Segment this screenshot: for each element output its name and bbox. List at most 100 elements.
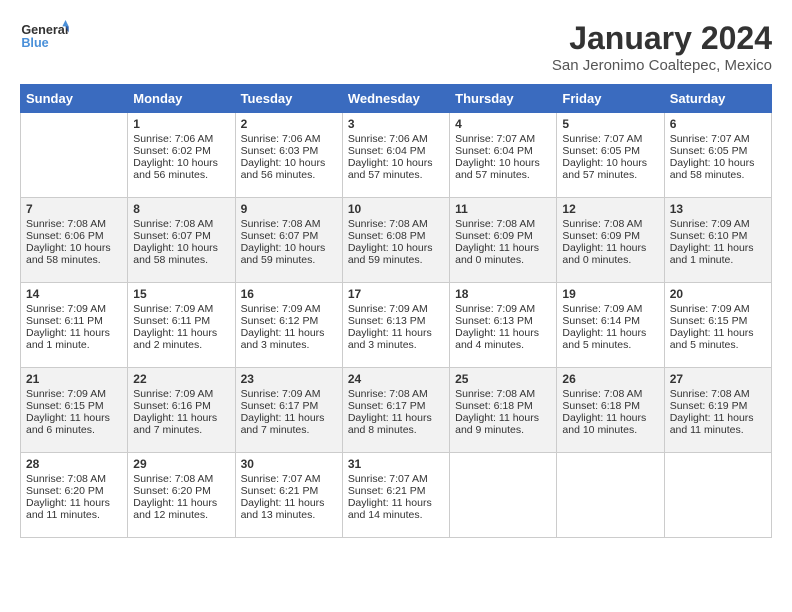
day-info-line: Sunset: 6:13 PM bbox=[348, 315, 444, 327]
calendar-cell: 26Sunrise: 7:08 AMSunset: 6:18 PMDayligh… bbox=[557, 368, 664, 453]
calendar-cell: 29Sunrise: 7:08 AMSunset: 6:20 PMDayligh… bbox=[128, 453, 235, 538]
day-info-line: Sunrise: 7:08 AM bbox=[241, 218, 337, 230]
day-info-line: and 58 minutes. bbox=[26, 254, 122, 266]
day-info-line: and 57 minutes. bbox=[562, 169, 658, 181]
day-info-line: Daylight: 11 hours bbox=[562, 412, 658, 424]
calendar-cell: 2Sunrise: 7:06 AMSunset: 6:03 PMDaylight… bbox=[235, 113, 342, 198]
day-info-line: Sunset: 6:09 PM bbox=[455, 230, 551, 242]
day-info-line: Sunset: 6:05 PM bbox=[670, 145, 766, 157]
calendar-cell: 19Sunrise: 7:09 AMSunset: 6:14 PMDayligh… bbox=[557, 283, 664, 368]
day-info-line: Daylight: 11 hours bbox=[133, 412, 229, 424]
calendar-header-saturday: Saturday bbox=[664, 85, 771, 113]
day-number: 22 bbox=[133, 372, 229, 386]
day-info-line: Sunset: 6:04 PM bbox=[348, 145, 444, 157]
calendar-header-row: SundayMondayTuesdayWednesdayThursdayFrid… bbox=[21, 85, 772, 113]
day-info-line: Daylight: 11 hours bbox=[670, 327, 766, 339]
day-number: 16 bbox=[241, 287, 337, 301]
day-info-line: and 58 minutes. bbox=[133, 254, 229, 266]
calendar-cell: 18Sunrise: 7:09 AMSunset: 6:13 PMDayligh… bbox=[450, 283, 557, 368]
day-info-line: and 57 minutes. bbox=[348, 169, 444, 181]
calendar-cell: 15Sunrise: 7:09 AMSunset: 6:11 PMDayligh… bbox=[128, 283, 235, 368]
day-info-line: Daylight: 10 hours bbox=[241, 157, 337, 169]
calendar-cell: 9Sunrise: 7:08 AMSunset: 6:07 PMDaylight… bbox=[235, 198, 342, 283]
day-info-line: Sunset: 6:14 PM bbox=[562, 315, 658, 327]
day-info-line: and 10 minutes. bbox=[562, 424, 658, 436]
day-info-line: Sunrise: 7:08 AM bbox=[348, 388, 444, 400]
day-info-line: Sunset: 6:07 PM bbox=[241, 230, 337, 242]
day-info-line: Daylight: 10 hours bbox=[26, 242, 122, 254]
day-info-line: Sunrise: 7:09 AM bbox=[26, 388, 122, 400]
day-info-line: Daylight: 11 hours bbox=[241, 412, 337, 424]
day-info-line: and 5 minutes. bbox=[562, 339, 658, 351]
calendar-cell: 23Sunrise: 7:09 AMSunset: 6:17 PMDayligh… bbox=[235, 368, 342, 453]
calendar-cell: 21Sunrise: 7:09 AMSunset: 6:15 PMDayligh… bbox=[21, 368, 128, 453]
day-info-line: Sunrise: 7:06 AM bbox=[241, 133, 337, 145]
day-info-line: Sunrise: 7:09 AM bbox=[241, 388, 337, 400]
calendar-week-5: 28Sunrise: 7:08 AMSunset: 6:20 PMDayligh… bbox=[21, 453, 772, 538]
day-info-line: Sunset: 6:11 PM bbox=[26, 315, 122, 327]
day-info-line: Daylight: 10 hours bbox=[562, 157, 658, 169]
day-number: 20 bbox=[670, 287, 766, 301]
calendar-cell: 11Sunrise: 7:08 AMSunset: 6:09 PMDayligh… bbox=[450, 198, 557, 283]
day-info-line: Daylight: 11 hours bbox=[26, 497, 122, 509]
calendar-header-monday: Monday bbox=[128, 85, 235, 113]
calendar-cell: 10Sunrise: 7:08 AMSunset: 6:08 PMDayligh… bbox=[342, 198, 449, 283]
calendar-cell bbox=[557, 453, 664, 538]
day-info-line: Daylight: 10 hours bbox=[670, 157, 766, 169]
day-info-line: and 9 minutes. bbox=[455, 424, 551, 436]
day-info-line: Sunrise: 7:08 AM bbox=[670, 388, 766, 400]
day-info-line: and 56 minutes. bbox=[133, 169, 229, 181]
day-info-line: and 6 minutes. bbox=[26, 424, 122, 436]
day-info-line: Sunset: 6:15 PM bbox=[26, 400, 122, 412]
day-info-line: Sunrise: 7:09 AM bbox=[133, 303, 229, 315]
day-info-line: Sunset: 6:21 PM bbox=[348, 485, 444, 497]
day-info-line: and 3 minutes. bbox=[348, 339, 444, 351]
day-info-line: and 58 minutes. bbox=[670, 169, 766, 181]
day-info-line: Sunrise: 7:06 AM bbox=[348, 133, 444, 145]
calendar-cell: 8Sunrise: 7:08 AMSunset: 6:07 PMDaylight… bbox=[128, 198, 235, 283]
day-number: 1 bbox=[133, 117, 229, 131]
day-info-line: Sunset: 6:05 PM bbox=[562, 145, 658, 157]
day-number: 6 bbox=[670, 117, 766, 131]
day-info-line: Daylight: 10 hours bbox=[133, 242, 229, 254]
day-info-line: Daylight: 11 hours bbox=[348, 497, 444, 509]
logo: General Blue bbox=[20, 20, 70, 50]
day-info-line: and 7 minutes. bbox=[133, 424, 229, 436]
calendar-cell: 3Sunrise: 7:06 AMSunset: 6:04 PMDaylight… bbox=[342, 113, 449, 198]
day-info-line: Sunset: 6:03 PM bbox=[241, 145, 337, 157]
day-info-line: Sunrise: 7:08 AM bbox=[562, 388, 658, 400]
day-info-line: Daylight: 11 hours bbox=[26, 327, 122, 339]
day-info-line: Daylight: 11 hours bbox=[455, 327, 551, 339]
calendar-cell: 6Sunrise: 7:07 AMSunset: 6:05 PMDaylight… bbox=[664, 113, 771, 198]
calendar-cell: 27Sunrise: 7:08 AMSunset: 6:19 PMDayligh… bbox=[664, 368, 771, 453]
day-info-line: Sunset: 6:17 PM bbox=[348, 400, 444, 412]
day-info-line: Sunrise: 7:09 AM bbox=[241, 303, 337, 315]
day-info-line: Daylight: 11 hours bbox=[133, 497, 229, 509]
day-info-line: Sunset: 6:08 PM bbox=[348, 230, 444, 242]
day-number: 13 bbox=[670, 202, 766, 216]
day-info-line: Daylight: 10 hours bbox=[133, 157, 229, 169]
calendar-header-tuesday: Tuesday bbox=[235, 85, 342, 113]
day-info-line: and 7 minutes. bbox=[241, 424, 337, 436]
day-info-line: Daylight: 11 hours bbox=[455, 242, 551, 254]
calendar-header-wednesday: Wednesday bbox=[342, 85, 449, 113]
day-number: 9 bbox=[241, 202, 337, 216]
day-info-line: Sunset: 6:19 PM bbox=[670, 400, 766, 412]
calendar-cell bbox=[21, 113, 128, 198]
day-number: 18 bbox=[455, 287, 551, 301]
day-info-line: Sunrise: 7:09 AM bbox=[670, 218, 766, 230]
day-info-line: Sunrise: 7:08 AM bbox=[348, 218, 444, 230]
day-info-line: Sunset: 6:17 PM bbox=[241, 400, 337, 412]
calendar-cell: 1Sunrise: 7:06 AMSunset: 6:02 PMDaylight… bbox=[128, 113, 235, 198]
calendar-cell: 16Sunrise: 7:09 AMSunset: 6:12 PMDayligh… bbox=[235, 283, 342, 368]
day-info-line: and 3 minutes. bbox=[241, 339, 337, 351]
day-info-line: Daylight: 11 hours bbox=[348, 327, 444, 339]
day-number: 25 bbox=[455, 372, 551, 386]
day-info-line: and 59 minutes. bbox=[348, 254, 444, 266]
day-info-line: and 8 minutes. bbox=[348, 424, 444, 436]
calendar-cell: 28Sunrise: 7:08 AMSunset: 6:20 PMDayligh… bbox=[21, 453, 128, 538]
day-number: 7 bbox=[26, 202, 122, 216]
day-info-line: Sunset: 6:21 PM bbox=[241, 485, 337, 497]
day-number: 19 bbox=[562, 287, 658, 301]
day-info-line: Sunrise: 7:09 AM bbox=[455, 303, 551, 315]
